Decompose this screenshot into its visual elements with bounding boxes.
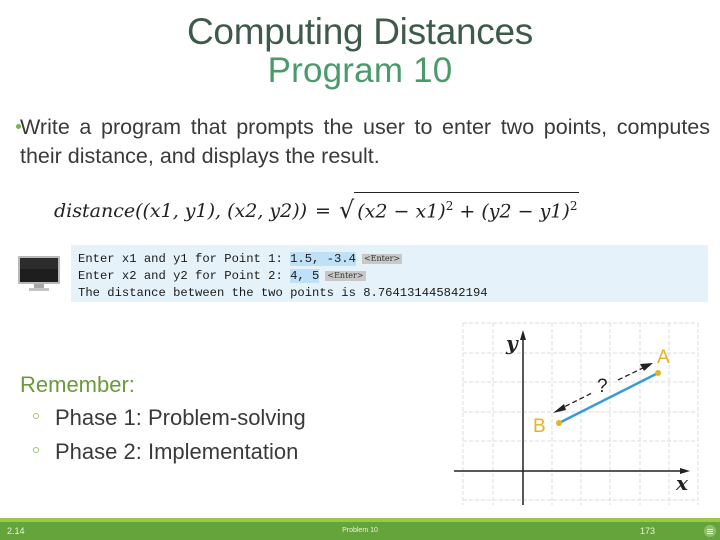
menu-icon[interactable] [704,525,716,537]
x-axis-label: x [675,471,689,495]
formula-plus: + [453,200,482,223]
formula-term-x: (x2 − x1) [357,200,446,223]
arrow-head-a-icon [640,363,653,371]
footer-title: Problem 10 [342,527,378,534]
sub-bullet-icon [33,447,39,454]
intro-text: Write a program that prompts the user to… [20,115,710,168]
phase-item-1: Phase 1: Problem-solving [33,405,306,431]
segment-ab [558,371,659,425]
point-a [655,370,661,376]
formula-lhs: distance((x1, y1), (x2, y2)) [54,200,308,223]
y-axis [520,330,526,505]
console-line-2: Enter x2 and y2 for Point 2: 4, 5 <Enter> [78,268,708,285]
slide-title: Computing Distances Program 10 [0,12,720,90]
sub-bullet-icon [33,413,39,420]
monitor-icon [18,256,60,291]
formula-exp-y: 2 [569,199,578,213]
remember-heading: Remember: [20,372,135,397]
x-axis [454,468,690,474]
formula-sqrt: √ (x2 − x1)2 + (y2 − y1)2 [338,192,580,225]
point-b [556,420,562,426]
formula-equals: = [315,200,331,223]
phase-label: Phase 2: Implementation [55,439,299,464]
enter-key-label: <Enter> [325,270,366,281]
console-output: Enter x1 and y1 for Point 1: 1.5, -3.4 <E… [71,245,708,302]
console-line-1: Enter x1 and y1 for Point 1: 1.5, -3.4 <E… [78,251,708,268]
title-subtitle: Program 10 [267,51,453,90]
console-result: The distance between the two points is 8… [78,286,488,300]
footer-page-number: 173 [640,526,656,536]
sqrt-symbol-icon: √ [338,196,355,225]
distance-question-label: ? [597,376,608,397]
phase-item-2: Phase 2: Implementation [33,439,298,465]
console-user-input: 1.5, -3.4 [290,252,356,266]
distance-formula: distance((x1, y1), (x2, y2)) = √ (x2 − x… [54,192,580,225]
console-prompt: Enter x1 and y1 for Point 1: [78,252,291,266]
title-main: Computing Distances [187,11,533,52]
point-a-label: A [657,347,670,368]
distance-diagram: y x ? A B [454,322,699,505]
y-axis-label: y [505,331,519,355]
enter-key-label: <Enter> [361,253,403,264]
formula-term-y: (y2 − y1) [481,200,570,223]
console-user-input: 4, 5 [290,269,320,283]
point-b-label: B [533,416,546,437]
footer-bar: 2.14 Problem 10 173 [0,522,720,540]
console-line-3: The distance between the two points is 8… [78,285,708,302]
phase-label: Phase 1: Problem-solving [55,405,306,430]
console-prompt: Enter x2 and y2 for Point 2: [78,269,291,283]
y-axis-arrow-icon [520,330,526,340]
formula-radicand: (x2 − x1)2 + (y2 − y1)2 [354,192,580,223]
